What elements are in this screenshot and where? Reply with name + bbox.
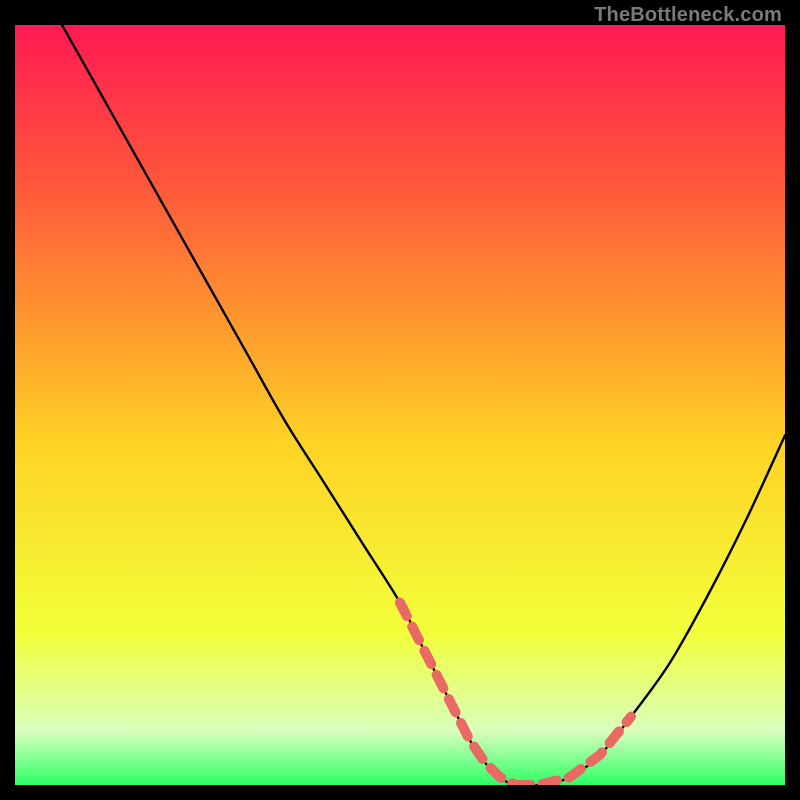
chart-frame — [15, 25, 785, 785]
gradient-background — [15, 25, 785, 785]
bottleneck-chart — [15, 25, 785, 785]
attribution-text: TheBottleneck.com — [594, 4, 782, 27]
